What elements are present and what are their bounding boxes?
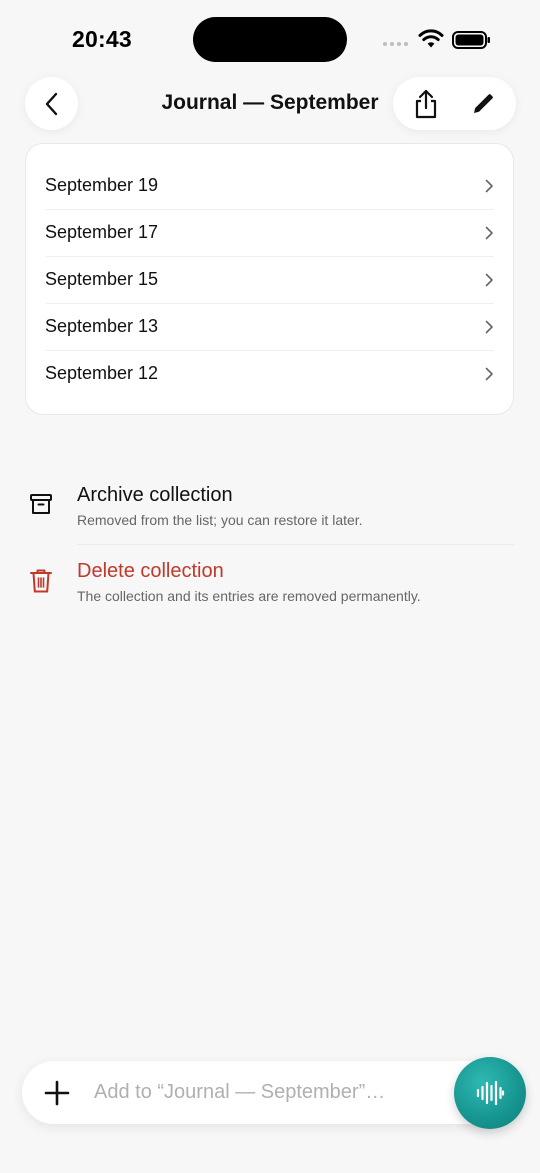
- entries-list: September 19 September 17 September 15 S…: [25, 143, 514, 415]
- back-button[interactable]: [25, 77, 78, 130]
- edit-button[interactable]: [458, 79, 508, 129]
- dynamic-island: [193, 17, 347, 62]
- delete-subtitle: The collection and its entries are remov…: [77, 588, 421, 604]
- back-chevron-icon: [45, 92, 57, 115]
- cellular-signal-icon: [383, 42, 408, 46]
- entry-label: September 19: [45, 175, 159, 195]
- list-item[interactable]: September 15: [45, 256, 494, 303]
- archive-box-icon: [30, 494, 52, 514]
- composer-bar: [22, 1061, 502, 1124]
- chevron-right-icon: [485, 367, 493, 381]
- archive-collection-button[interactable]: Archive collection Removed from the list…: [25, 478, 514, 538]
- share-icon: [415, 89, 436, 118]
- list-item[interactable]: September 19: [45, 162, 494, 209]
- share-button[interactable]: [401, 79, 451, 129]
- entry-label: September 13: [45, 316, 159, 336]
- divider: [77, 544, 514, 545]
- voice-waveform-icon: [476, 1080, 505, 1106]
- list-item[interactable]: September 13: [45, 303, 494, 350]
- delete-collection-button[interactable]: Delete collection The collection and its…: [25, 554, 514, 614]
- edit-pencil-icon: [474, 93, 494, 113]
- chevron-right-icon: [485, 226, 493, 240]
- battery-icon: [452, 31, 490, 49]
- composer-input[interactable]: [94, 1061, 414, 1124]
- list-item[interactable]: September 12: [45, 350, 494, 397]
- entry-label: September 12: [45, 363, 159, 383]
- list-item[interactable]: September 17: [45, 209, 494, 256]
- archive-title: Archive collection: [77, 484, 233, 506]
- wifi-icon: [418, 29, 444, 48]
- chevron-right-icon: [485, 179, 493, 193]
- delete-title: Delete collection: [77, 560, 224, 582]
- entry-label: September 17: [45, 222, 159, 242]
- chevron-right-icon: [485, 320, 493, 334]
- status-bar: 20:43: [0, 0, 540, 80]
- archive-subtitle: Removed from the list; you can restore i…: [77, 512, 363, 528]
- entry-label: September 15: [45, 269, 159, 289]
- voice-button[interactable]: [454, 1057, 526, 1129]
- status-time: 20:43: [72, 26, 132, 52]
- trash-icon: [30, 569, 52, 593]
- chevron-right-icon: [485, 273, 493, 287]
- header-actions: [393, 77, 516, 130]
- plus-icon[interactable]: [44, 1080, 70, 1106]
- page-title: Journal — September: [161, 91, 379, 114]
